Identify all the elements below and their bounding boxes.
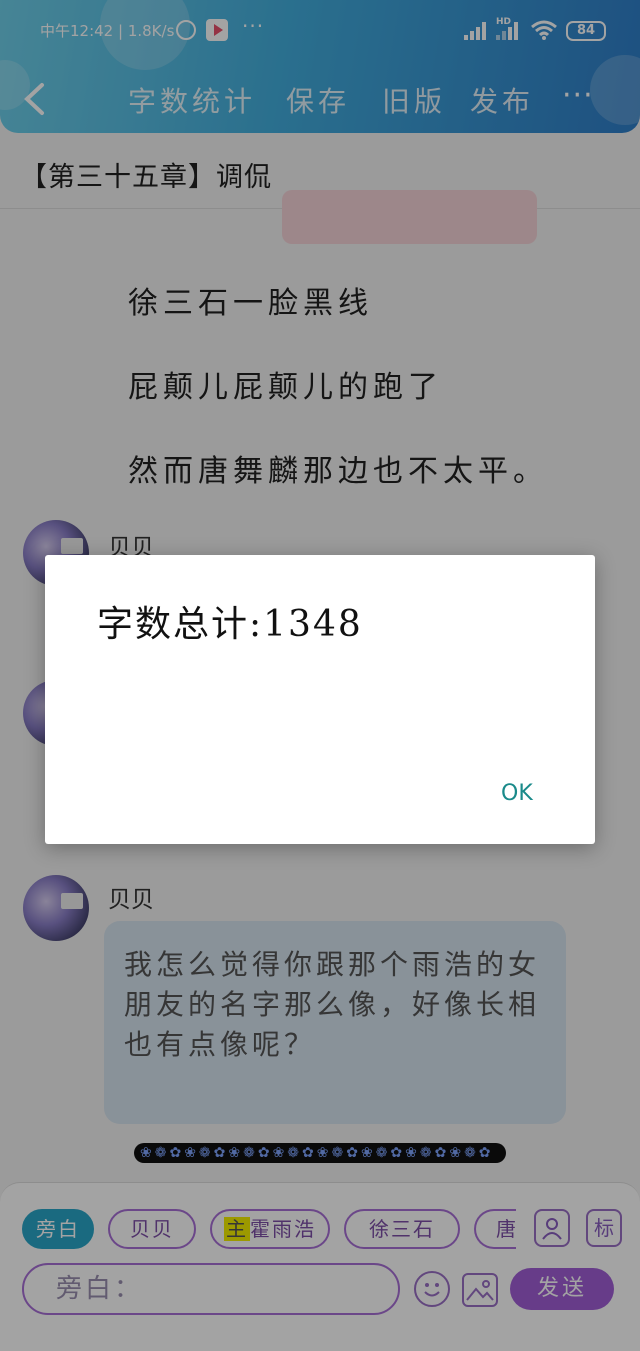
word-count-dialog: 字数总计:1348 OK <box>45 555 595 844</box>
dialog-message: 字数总计:1348 <box>97 604 363 645</box>
ok-button[interactable]: OK <box>501 781 533 806</box>
